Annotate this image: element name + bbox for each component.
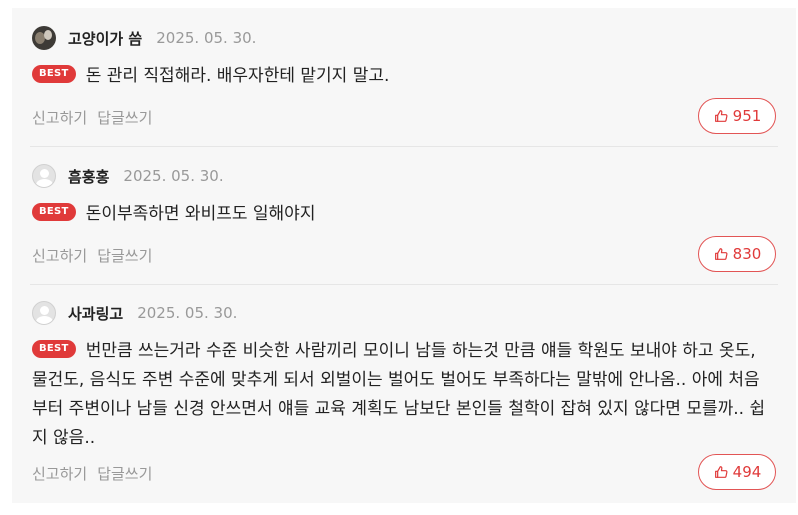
reply-button[interactable]: 답글쓰기: [97, 107, 152, 128]
report-button[interactable]: 신고하기: [32, 245, 87, 266]
report-button[interactable]: 신고하기: [32, 107, 87, 128]
comment-text: 돈 관리 직접해라. 배우자한테 맡기지 말고.: [85, 66, 390, 86]
comment-header: 사과링고 2025. 05. 30.: [32, 300, 237, 326]
best-badge: BEST: [32, 65, 76, 83]
page: 고양이가 씀 2025. 05. 30. BEST 돈 관리 직접해라. 배우자한…: [0, 0, 798, 515]
best-badge: BEST: [32, 203, 76, 221]
comment-header: 고양이가 씀 2025. 05. 30.: [32, 25, 256, 51]
avatar[interactable]: [32, 164, 56, 188]
reply-button[interactable]: 답글쓰기: [97, 245, 152, 266]
comment-actions: 신고하기 답글쓰기: [32, 107, 152, 128]
reply-button[interactable]: 답글쓰기: [97, 463, 152, 484]
thumbs-up-icon: [714, 466, 728, 478]
best-badge: BEST: [32, 340, 76, 358]
like-button[interactable]: 951: [698, 98, 776, 134]
comment-body: BEST 돈 관리 직접해라. 배우자한테 맡기지 말고.: [32, 62, 772, 91]
comment-date: 2025. 05. 30.: [156, 29, 257, 47]
comment-body: BEST 돈이부족하면 와비프도 일해야지: [32, 200, 772, 229]
username[interactable]: 고양이가 씀: [68, 28, 142, 49]
like-count: 494: [732, 463, 762, 481]
comment-actions: 신고하기 답글쓰기: [32, 463, 152, 484]
comment-text: 번만큼 쓰는거라 수준 비슷한 사람끼리 모이니 남들 하는것 만큼 얘들 학원…: [32, 341, 766, 448]
comment-body: BEST 번만큼 쓰는거라 수준 비슷한 사람끼리 모이니 남들 하는것 만큼 얘…: [32, 337, 772, 453]
username[interactable]: 사과링고: [68, 303, 123, 324]
like-count: 951: [732, 107, 762, 125]
comment-list: 고양이가 씀 2025. 05. 30. BEST 돈 관리 직접해라. 배우자한…: [12, 8, 796, 503]
report-button[interactable]: 신고하기: [32, 463, 87, 484]
like-button[interactable]: 830: [698, 236, 776, 272]
comment-item: 고양이가 씀 2025. 05. 30. BEST 돈 관리 직접해라. 배우자한…: [12, 8, 796, 146]
comment-actions: 신고하기 답글쓰기: [32, 245, 152, 266]
comment-date: 2025. 05. 30.: [123, 167, 224, 185]
comment-item: 사과링고 2025. 05. 30. BEST 번만큼 쓰는거라 수준 비슷한 사…: [12, 285, 796, 503]
like-button[interactable]: 494: [698, 454, 776, 490]
comment-header: 흠훙홍 2025. 05. 30.: [32, 163, 224, 189]
thumbs-up-icon: [714, 110, 728, 122]
thumbs-up-icon: [714, 248, 728, 260]
username[interactable]: 흠훙홍: [68, 166, 109, 187]
avatar[interactable]: [32, 26, 56, 50]
avatar[interactable]: [32, 301, 56, 325]
comment-item: 흠훙홍 2025. 05. 30. BEST 돈이부족하면 와비프도 일해야지 신…: [12, 147, 796, 284]
like-count: 830: [732, 245, 762, 263]
comment-date: 2025. 05. 30.: [137, 304, 238, 322]
comment-text: 돈이부족하면 와비프도 일해야지: [85, 204, 316, 224]
